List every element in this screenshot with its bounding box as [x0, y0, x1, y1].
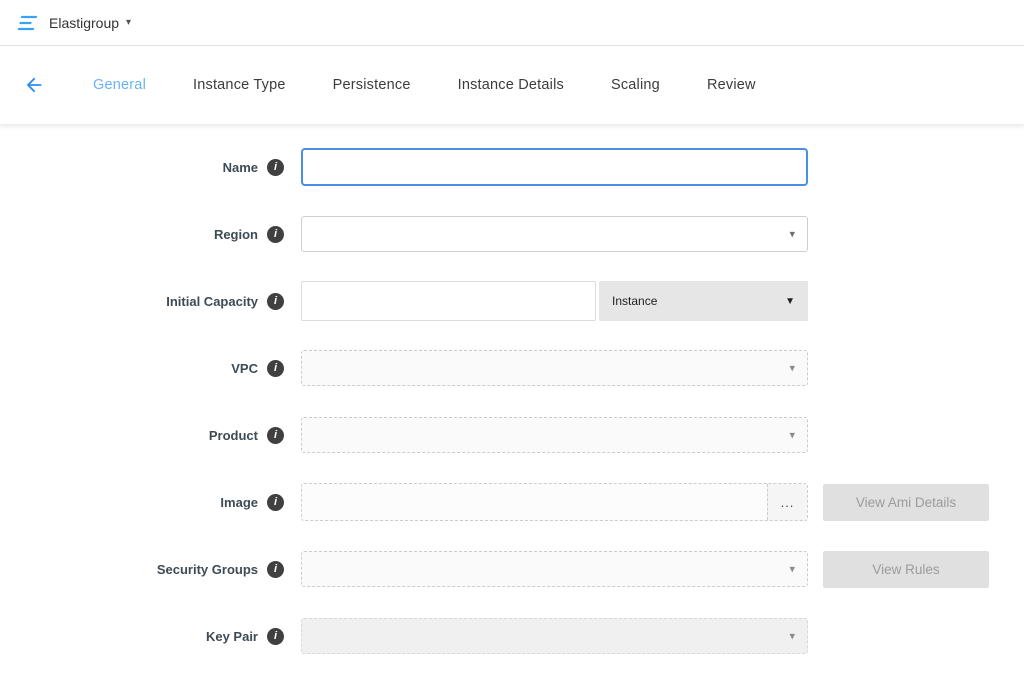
product-select: ▾: [301, 417, 808, 453]
region-info-icon[interactable]: i: [267, 226, 284, 243]
wizard-tabs: General Instance Type Persistence Instan…: [93, 77, 803, 93]
capacity-unit-value: Instance: [612, 294, 657, 308]
initial-capacity-label: Initial Capacity: [166, 294, 258, 309]
elastigroup-logo-icon: [16, 13, 40, 33]
form-row-security-groups: Security Groups i ▾ View Rules: [0, 549, 1024, 589]
initial-capacity-info-icon[interactable]: i: [267, 293, 284, 310]
image-info-icon[interactable]: i: [267, 494, 284, 511]
region-select[interactable]: ▾: [301, 216, 808, 252]
form-row-image: Image i ... View Ami Details: [0, 482, 1024, 522]
tab-general[interactable]: General: [93, 77, 146, 93]
tab-persistence[interactable]: Persistence: [333, 77, 411, 93]
wizard-tab-bar: General Instance Type Persistence Instan…: [0, 46, 1024, 125]
chevron-down-icon: ▾: [789, 563, 795, 576]
general-form: Name i Region i ▾ Initial Capacity i Ins: [0, 125, 1024, 656]
initial-capacity-input[interactable]: [301, 281, 596, 321]
image-field-group: ...: [301, 483, 808, 521]
key-pair-label: Key Pair: [206, 629, 258, 644]
chevron-down-icon: ▾: [789, 429, 795, 442]
chevron-down-icon: ▾: [789, 362, 795, 375]
chevron-down-icon: ▾: [789, 630, 795, 643]
top-bar: Elastigroup ▾: [0, 0, 1024, 46]
vpc-label: VPC: [231, 361, 258, 376]
tab-scaling[interactable]: Scaling: [611, 77, 660, 93]
vpc-info-icon[interactable]: i: [267, 360, 284, 377]
back-arrow-icon[interactable]: [22, 73, 46, 97]
name-input[interactable]: [301, 148, 808, 186]
key-pair-select: ▾: [301, 618, 808, 654]
tab-instance-type[interactable]: Instance Type: [193, 77, 286, 93]
image-browse-button[interactable]: ...: [767, 484, 807, 520]
tab-review[interactable]: Review: [707, 77, 756, 93]
region-label: Region: [214, 227, 258, 242]
tab-instance-details[interactable]: Instance Details: [458, 77, 564, 93]
product-label: Product: [209, 428, 258, 443]
name-label: Name: [223, 160, 258, 175]
view-rules-button[interactable]: View Rules: [823, 551, 989, 588]
product-info-icon[interactable]: i: [267, 427, 284, 444]
chevron-down-icon: ▾: [789, 228, 795, 241]
image-value: [302, 484, 767, 520]
image-label: Image: [220, 495, 258, 510]
security-groups-label: Security Groups: [157, 562, 258, 577]
key-pair-info-icon[interactable]: i: [267, 628, 284, 645]
view-ami-details-button[interactable]: View Ami Details: [823, 484, 989, 521]
app-switcher-caret-icon[interactable]: ▾: [126, 17, 131, 28]
form-row-region: Region i ▾: [0, 214, 1024, 254]
security-groups-info-icon[interactable]: i: [267, 561, 284, 578]
vpc-select: ▾: [301, 350, 808, 386]
chevron-down-icon: ▼: [785, 296, 795, 307]
form-row-initial-capacity: Initial Capacity i Instance ▼: [0, 281, 1024, 321]
form-row-product: Product i ▾: [0, 415, 1024, 455]
form-row-vpc: VPC i ▾: [0, 348, 1024, 388]
form-row-name: Name i: [0, 147, 1024, 187]
app-title[interactable]: Elastigroup: [49, 15, 119, 31]
capacity-unit-select[interactable]: Instance ▼: [599, 281, 808, 321]
security-groups-select: ▾: [301, 551, 808, 587]
form-row-key-pair: Key Pair i ▾: [0, 616, 1024, 656]
name-info-icon[interactable]: i: [267, 159, 284, 176]
